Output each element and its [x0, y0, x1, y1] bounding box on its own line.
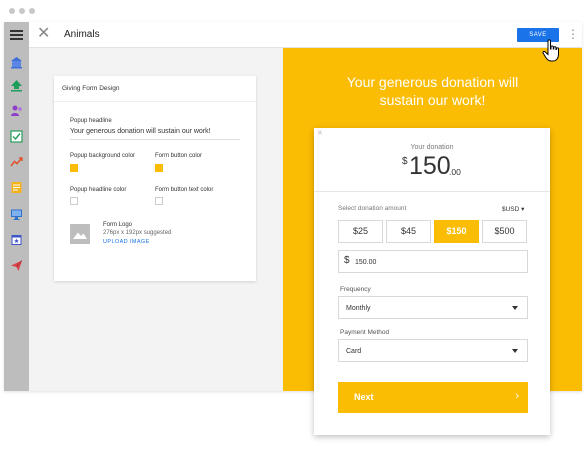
amount-main: 150 [409, 152, 451, 180]
frequency-value: Monthly [346, 305, 371, 312]
popup-bg-color-swatch[interactable] [70, 164, 78, 172]
window-dot [29, 8, 35, 14]
close-icon[interactable]: ✕ [37, 25, 50, 43]
form-logo-label: Form Logo [103, 222, 133, 228]
paper-plane-icon[interactable] [10, 259, 23, 272]
your-donation-label: Your donation [410, 144, 454, 151]
custom-amount-input[interactable]: $ 150.00 [338, 250, 528, 273]
chevron-down-icon [512, 306, 518, 310]
amount-option[interactable]: $45 [386, 220, 431, 243]
donation-summary: ✕ Your donation $ 150 .00 [314, 128, 550, 192]
chevron-down-icon [512, 349, 518, 353]
notes-icon[interactable] [10, 181, 23, 194]
form-logo-placeholder-icon [70, 224, 90, 244]
next-button[interactable]: Next › [338, 382, 528, 413]
trend-chart-icon[interactable] [10, 155, 23, 168]
currency-selector[interactable]: $USD ▾ [502, 205, 524, 213]
popup-bg-color-label: Popup background color [70, 153, 136, 159]
form-button-color-swatch[interactable] [155, 164, 163, 172]
amount-input-currency: $ [344, 255, 350, 266]
amount-option-selected[interactable]: $150 [434, 220, 479, 243]
checklist-icon[interactable] [10, 130, 23, 143]
popup-headline-color-swatch[interactable] [70, 197, 78, 205]
popup-headline-color-label: Popup headline color [70, 187, 127, 193]
upload-image-link[interactable]: UPLOAD IMAGE [103, 239, 150, 245]
payment-method-value: Card [346, 348, 362, 355]
frequency-label: Frequency [340, 286, 371, 293]
popup-headline-underline [70, 139, 240, 140]
amount-cents: .00 [449, 167, 461, 177]
payment-method-select[interactable]: Card [338, 339, 528, 362]
top-bar: ✕ Animals SAVE ⋮ [29, 22, 582, 48]
popup-headline-input[interactable]: Your generous donation will sustain our … [70, 128, 211, 135]
popup-headline-line2: sustain our work! [379, 92, 486, 108]
card-header: Giving Form Design [54, 76, 256, 102]
hamburger-menu-icon[interactable] [10, 30, 23, 42]
select-amount-label: Select donation amount [338, 205, 407, 212]
window-dot [9, 8, 15, 14]
amount-currency: $ [402, 156, 408, 167]
form-button-color-label: Form button color [155, 153, 203, 159]
amount-option[interactable]: $500 [482, 220, 527, 243]
form-button-text-color-label: Form button text color [155, 187, 214, 193]
popup-headline-line1: Your generous donation will [346, 74, 519, 90]
popup-headline-label: Popup headline [70, 118, 112, 124]
amount-option[interactable]: $25 [338, 220, 383, 243]
modal-close-icon[interactable]: ✕ [317, 129, 323, 137]
form-button-text-color-swatch[interactable] [155, 197, 163, 205]
side-rail [4, 22, 29, 391]
amount-input-value: 150.00 [355, 259, 377, 266]
more-options-icon[interactable]: ⋮ [567, 27, 579, 41]
browser-chrome [0, 0, 587, 22]
payment-method-label: Payment Method [340, 329, 390, 336]
calendar-star-icon[interactable] [10, 233, 23, 246]
bank-icon[interactable] [10, 56, 23, 69]
upload-icon[interactable] [10, 79, 23, 92]
form-logo-hint: 276px x 192px suggested [103, 230, 172, 236]
frequency-select[interactable]: Monthly [338, 296, 528, 319]
chevron-right-icon: › [515, 390, 519, 402]
page-title: Animals [64, 29, 100, 40]
window-dot [19, 8, 25, 14]
monitor-icon[interactable] [10, 208, 23, 221]
card-title: Giving Form Design [62, 85, 120, 92]
hand-cursor-icon [542, 39, 559, 62]
giving-form-design-card: Giving Form Design Popup headline Your g… [54, 76, 256, 281]
people-icon[interactable] [10, 104, 23, 117]
donation-form-modal: ✕ Your donation $ 150 .00 Select donatio… [314, 128, 550, 435]
next-label: Next [354, 392, 374, 402]
